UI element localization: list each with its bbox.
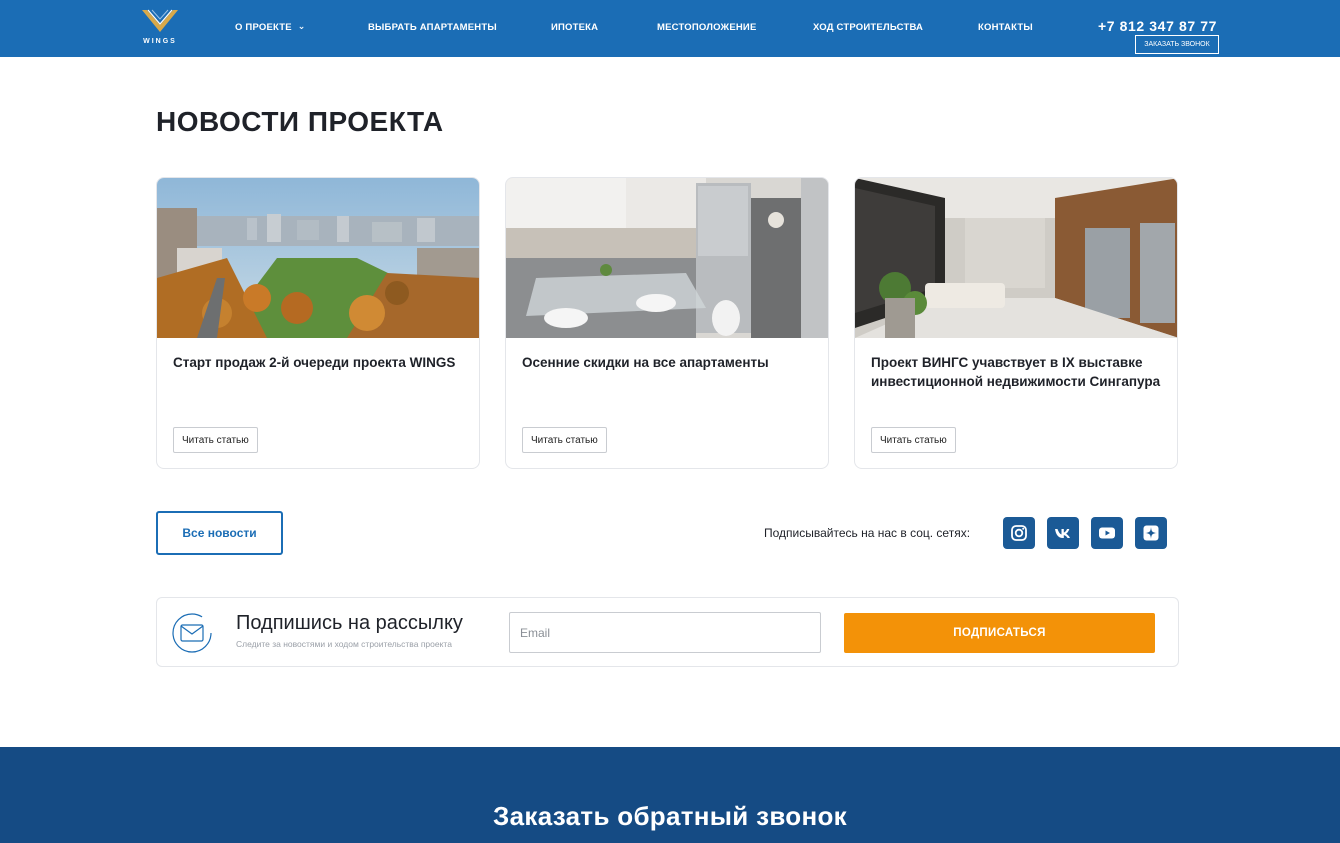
subscribe-button[interactable]: ПОДПИСАТЬСЯ	[844, 613, 1155, 653]
chevron-down-icon: ⌄	[297, 21, 306, 31]
nav-apartments[interactable]: ВЫБРАТЬ АПАРТАМЕНТЫ	[368, 22, 497, 33]
news-image-lobby[interactable]	[855, 178, 1177, 338]
instagram-icon[interactable]	[1003, 517, 1035, 549]
social-label: Подписывайтесь на нас в соц. сетях:	[764, 526, 971, 540]
order-call-button[interactable]: ЗАКАЗАТЬ ЗВОНОК	[1135, 35, 1219, 54]
news-image-kitchen[interactable]	[506, 178, 828, 338]
news-image-city[interactable]	[157, 178, 479, 338]
news-card: Проект ВИНГС учавствует в IX выставке ин…	[854, 177, 1178, 469]
page-title: НОВОСТИ ПРОЕКТА	[156, 106, 444, 137]
read-article-button[interactable]: Читать статью	[522, 427, 607, 453]
mail-icon	[172, 613, 212, 653]
wings-logo-icon	[142, 9, 178, 32]
news-title[interactable]: Проект ВИНГС учавствует в IX выставке ин…	[871, 353, 1161, 391]
news-card: Осенние скидки на все апартаменты Читать…	[505, 177, 829, 469]
news-title[interactable]: Осенние скидки на все апартаменты	[522, 353, 812, 372]
vk-icon[interactable]	[1047, 517, 1079, 549]
nav-about[interactable]: О ПРОЕКТЕ ⌄	[235, 21, 306, 33]
nav-about-label: О ПРОЕКТЕ	[235, 22, 292, 33]
news-card: Старт продаж 2-й очереди проекта WINGS Ч…	[156, 177, 480, 469]
email-field[interactable]	[509, 612, 821, 653]
read-article-button[interactable]: Читать статью	[871, 427, 956, 453]
nav-location[interactable]: МЕСТОПОЛОЖЕНИЕ	[657, 22, 757, 33]
read-article-button[interactable]: Читать статью	[173, 427, 258, 453]
newsletter-title: Подпишись на рассылку	[236, 612, 463, 634]
youtube-icon[interactable]	[1091, 517, 1123, 549]
newsletter-block: Подпишись на рассылку Следите за новостя…	[156, 597, 1179, 667]
logo-text: WINGS	[143, 38, 177, 45]
yandex-zen-icon[interactable]	[1135, 517, 1167, 549]
site-header: WINGS О ПРОЕКТЕ ⌄ ВЫБРАТЬ АПАРТАМЕНТЫ ИПО…	[0, 0, 1340, 57]
header-phone[interactable]: +7 812 347 87 77	[1098, 18, 1217, 34]
newsletter-description: Следите за новостями и ходом строительст…	[236, 639, 452, 649]
logo[interactable]: WINGS	[138, 6, 182, 50]
all-news-button[interactable]: Все новости	[156, 511, 283, 555]
news-title[interactable]: Старт продаж 2-й очереди проекта WINGS	[173, 353, 463, 372]
callback-section-title: Заказать обратный звонок	[493, 801, 847, 831]
nav-construction[interactable]: ХОД СТРОИТЕЛЬСТВА	[813, 22, 923, 33]
nav-mortgage[interactable]: ИПОТЕКА	[551, 22, 598, 33]
callback-section: Заказать обратный звонок	[0, 747, 1340, 843]
nav-contacts[interactable]: КОНТАКТЫ	[978, 22, 1033, 33]
